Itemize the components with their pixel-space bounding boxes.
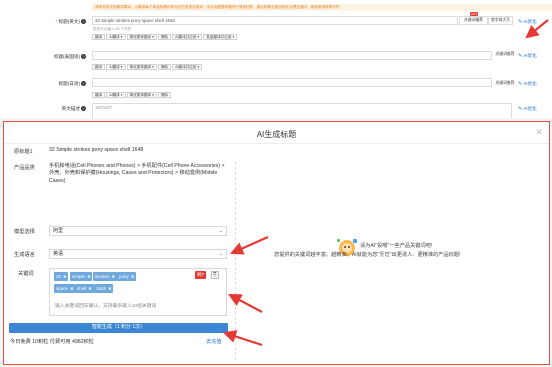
arrow-to-keywords xyxy=(228,293,263,313)
arrow-to-generate xyxy=(222,330,263,347)
arrow-to-language xyxy=(229,235,269,255)
annotation-arrows xyxy=(222,19,549,347)
arrow-to-ai-optimize xyxy=(525,19,549,39)
